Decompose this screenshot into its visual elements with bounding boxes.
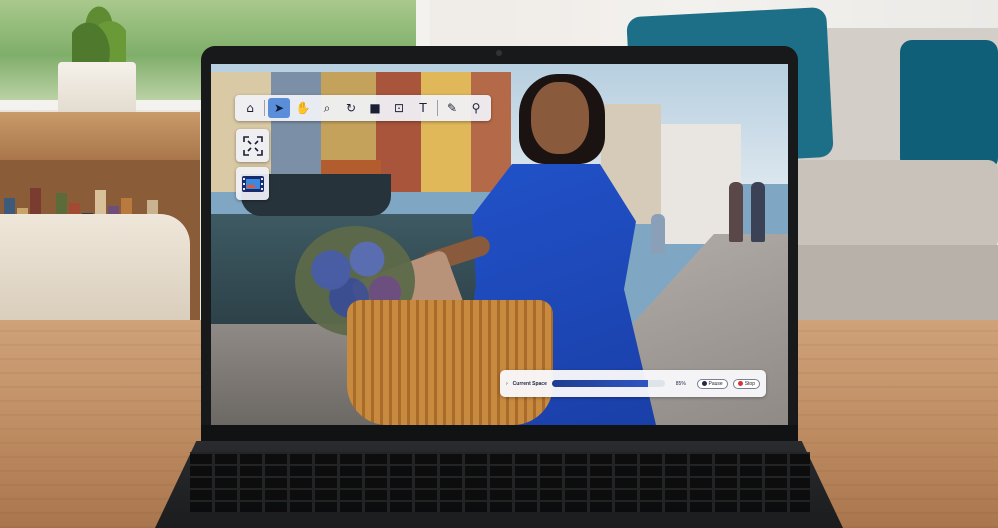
photo-person (751, 182, 765, 242)
plant (72, 0, 126, 66)
progress-label: Current Space (512, 380, 547, 387)
progress-bar (551, 380, 666, 387)
laptop-scene: ⌂ ➤ ✋ ⌕ ↻ ■ ⊡ T ✎ ⚲ › Current Space 85% Pause (0, 0, 998, 528)
photo-person (651, 214, 665, 254)
crop-tool-button[interactable]: ⊡ (388, 98, 410, 118)
hand-icon: ✋ (295, 101, 311, 115)
stop-label: Stop (744, 380, 755, 387)
progress-fill (551, 380, 649, 387)
sofa-base (790, 245, 998, 330)
annotation-toolbar: ⌂ ➤ ✋ ⌕ ↻ ■ ⊡ T ✎ ⚲ (235, 95, 491, 121)
fit-screen-icon (242, 135, 263, 156)
progress-percent: 85% (675, 380, 686, 387)
progress-panel: › Current Space 85% Pause Stop (500, 370, 766, 397)
home-icon: ⌂ (246, 101, 254, 115)
video-icon: ■ (369, 101, 381, 115)
stop-icon (737, 381, 743, 386)
rotate-icon: ↻ (345, 101, 357, 115)
keyboard (190, 452, 810, 512)
pin-icon: ⚲ (471, 101, 481, 115)
fit-screen-button[interactable] (236, 129, 269, 162)
filmstrip-button[interactable] (236, 167, 269, 200)
zoom-icon: ⌕ (323, 100, 331, 115)
pen-tool-button[interactable]: ✎ (441, 98, 463, 118)
hand-tool-button[interactable]: ✋ (292, 98, 314, 118)
filmstrip-icon (241, 175, 264, 192)
sofa-seat (790, 160, 998, 250)
pin-tool-button[interactable]: ⚲ (465, 98, 487, 118)
photo-basket (347, 300, 553, 425)
crop-icon: ⊡ (393, 101, 405, 115)
rotate-tool-button[interactable]: ↻ (340, 98, 362, 118)
home-tool-button[interactable]: ⌂ (239, 98, 261, 118)
webcam (496, 50, 502, 56)
toolbar-separator (437, 100, 438, 116)
pause-label: Pause (708, 380, 723, 387)
cushion (900, 40, 998, 170)
laptop-chin (201, 425, 798, 441)
pause-icon (701, 381, 707, 386)
pointer-icon: ➤ (273, 101, 285, 115)
zoom-tool-button[interactable]: ⌕ (316, 98, 338, 118)
pause-button[interactable]: Pause (696, 378, 728, 389)
shelf-top (0, 112, 200, 160)
chair (0, 214, 190, 324)
video-tool-button[interactable]: ■ (364, 98, 386, 118)
collapse-icon[interactable]: › (506, 381, 508, 387)
pointer-tool-button[interactable]: ➤ (268, 98, 290, 118)
stop-button[interactable]: Stop (732, 378, 760, 389)
text-icon: T (419, 101, 427, 115)
pen-icon: ✎ (446, 101, 458, 115)
text-tool-button[interactable]: T (412, 98, 434, 118)
photo-building (421, 72, 471, 192)
toolbar-separator (264, 100, 265, 116)
photo-person (729, 182, 743, 242)
photo-woman-face (531, 82, 589, 154)
